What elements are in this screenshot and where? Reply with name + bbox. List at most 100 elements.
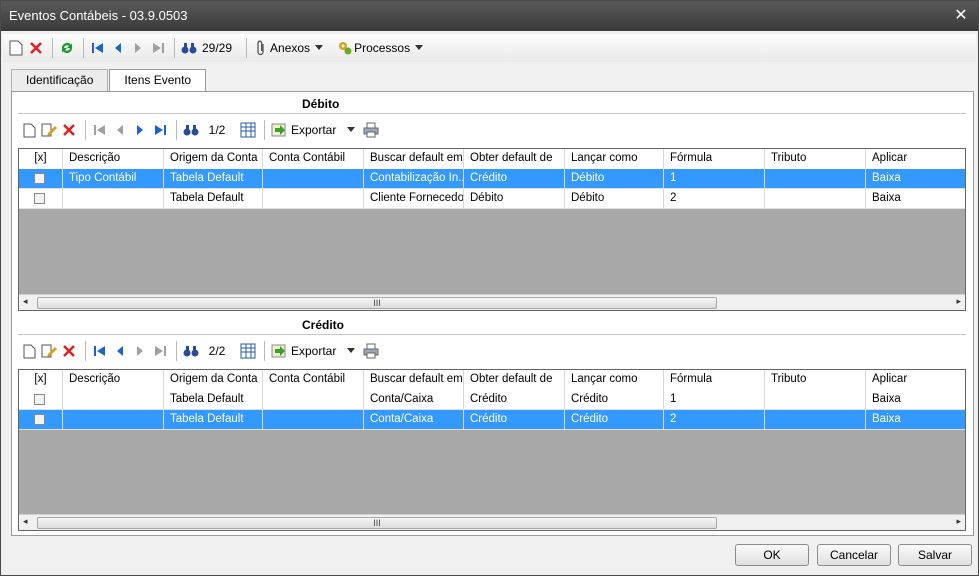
last-row-icon[interactable] (151, 121, 169, 139)
column-header-buscar-default-em[interactable]: Buscar default em (364, 149, 464, 169)
first-row-icon[interactable] (91, 121, 109, 139)
cell-tributo[interactable] (765, 169, 866, 188)
cell-formula[interactable]: 1 (664, 390, 765, 409)
cell-buscar-default-em[interactable]: Contabilização In... (364, 169, 464, 188)
cell-lancar-como[interactable]: Débito (565, 169, 664, 188)
cell-tributo[interactable] (765, 410, 866, 429)
previous-row-icon[interactable] (111, 342, 129, 360)
save-button[interactable]: Salvar (898, 544, 972, 566)
cell-tributo[interactable] (765, 189, 866, 208)
cell-descricao[interactable]: Tipo Contábil (63, 169, 164, 188)
column-header-aplicar[interactable]: Aplicar (866, 149, 965, 169)
first-row-icon[interactable] (91, 342, 109, 360)
column-header-origem-da-conta[interactable]: Origem da Conta (164, 149, 263, 169)
binoculars-icon[interactable] (182, 342, 200, 360)
table-row[interactable]: Tabela Default Conta/Caixa Crédito Crédito 2… (19, 410, 965, 430)
cell-aplicar[interactable]: Baixa (866, 189, 965, 208)
column-header-lancar-como[interactable]: Lançar como (565, 370, 664, 390)
processes-menu[interactable]: Processos (336, 37, 428, 59)
new-row-icon[interactable] (20, 342, 38, 360)
delete-icon[interactable] (27, 39, 45, 57)
cell-obter-default-de[interactable]: Crédito (464, 169, 565, 188)
binoculars-icon[interactable] (182, 121, 200, 139)
next-record-icon[interactable] (129, 39, 147, 57)
binoculars-icon[interactable] (180, 39, 198, 57)
table-row[interactable]: Tabela Default Conta/Caixa Crédito Crédito 1… (19, 390, 965, 410)
column-header-descricao[interactable]: Descrição (63, 370, 164, 390)
column-header-formula[interactable]: Fórmula (664, 149, 765, 169)
cell-obter-default-de[interactable]: Crédito (464, 410, 565, 429)
table-row[interactable]: Tipo Contábil Tabela Default Contabilizaçã… (19, 169, 965, 189)
row-checkbox[interactable] (34, 394, 45, 405)
scroll-left-icon[interactable]: ◂ (23, 296, 28, 307)
new-row-icon[interactable] (20, 121, 38, 139)
cell-aplicar[interactable]: Baixa (866, 169, 965, 188)
edit-icon[interactable] (40, 121, 58, 139)
cell-lancar-como[interactable]: Crédito (565, 410, 664, 429)
previous-row-icon[interactable] (111, 121, 129, 139)
horizontal-scrollbar[interactable]: ◂ III ▸ (19, 514, 965, 530)
cell-buscar-default-em[interactable]: Conta/Caixa (364, 410, 464, 429)
table-row[interactable]: Tabela Default Cliente Fornecedor Débito Dé… (19, 189, 965, 209)
next-row-icon[interactable] (131, 342, 149, 360)
column-header-conta-contabil[interactable]: Conta Contábil (263, 370, 364, 390)
column-header-aplicar[interactable]: Aplicar (866, 370, 965, 390)
column-header-lancar-como[interactable]: Lançar como (565, 149, 664, 169)
first-record-icon[interactable] (89, 39, 107, 57)
cell-conta-contabil[interactable] (263, 169, 364, 188)
scroll-thumb[interactable]: III (37, 297, 717, 309)
cell-obter-default-de[interactable]: Crédito (464, 390, 565, 409)
previous-record-icon[interactable] (109, 39, 127, 57)
scroll-right-icon[interactable]: ▸ (956, 516, 961, 527)
close-icon[interactable]: ✕ (950, 5, 972, 27)
cell-origem-da-conta[interactable]: Tabela Default (164, 410, 263, 429)
row-checkbox[interactable] (34, 173, 45, 184)
scroll-left-icon[interactable]: ◂ (23, 516, 28, 527)
column-header-obter-default-de[interactable]: Obter default de (464, 370, 565, 390)
delete-row-icon[interactable] (60, 121, 78, 139)
cell-tributo[interactable] (765, 390, 866, 409)
cell-aplicar[interactable]: Baixa (866, 410, 965, 429)
scroll-thumb[interactable]: III (37, 517, 717, 529)
last-record-icon[interactable] (149, 39, 167, 57)
cell-origem-da-conta[interactable]: Tabela Default (164, 169, 263, 188)
cell-lancar-como[interactable]: Crédito (565, 390, 664, 409)
edit-icon[interactable] (40, 342, 58, 360)
row-checkbox[interactable] (34, 414, 45, 425)
column-header-select[interactable]: [x] (19, 370, 63, 390)
cell-formula[interactable]: 2 (664, 410, 765, 429)
new-record-icon[interactable] (7, 39, 25, 57)
dropdown-arrow-icon[interactable] (342, 121, 360, 139)
cell-descricao[interactable] (63, 390, 164, 409)
column-header-tributo[interactable]: Tributo (765, 149, 866, 169)
attachments-menu[interactable]: Anexos (252, 37, 328, 59)
grid-layout-icon[interactable] (239, 121, 257, 139)
cell-obter-default-de[interactable]: Débito (464, 189, 565, 208)
tab-identificacao[interactable]: Identificação (11, 69, 109, 91)
cell-origem-da-conta[interactable]: Tabela Default (164, 189, 263, 208)
cancel-button[interactable]: Cancelar (817, 544, 891, 566)
last-row-icon[interactable] (151, 342, 169, 360)
printer-icon[interactable] (362, 342, 380, 360)
cell-formula[interactable]: 2 (664, 189, 765, 208)
cell-formula[interactable]: 1 (664, 169, 765, 188)
cell-conta-contabil[interactable] (263, 189, 364, 208)
printer-icon[interactable] (362, 121, 380, 139)
credit-export-button[interactable]: Exportar (270, 340, 336, 362)
cell-descricao[interactable] (63, 410, 164, 429)
column-header-formula[interactable]: Fórmula (664, 370, 765, 390)
debit-export-button[interactable]: Exportar (270, 119, 336, 141)
cell-conta-contabil[interactable] (263, 390, 364, 409)
grid-layout-icon[interactable] (239, 342, 257, 360)
refresh-icon[interactable] (58, 39, 76, 57)
ok-button[interactable]: OK (735, 544, 809, 566)
column-header-buscar-default-em[interactable]: Buscar default em (364, 370, 464, 390)
column-header-origem-da-conta[interactable]: Origem da Conta (164, 370, 263, 390)
cell-descricao[interactable] (63, 189, 164, 208)
column-header-conta-contabil[interactable]: Conta Contábil (263, 149, 364, 169)
horizontal-scrollbar[interactable]: ◂ III ▸ (19, 294, 965, 310)
cell-buscar-default-em[interactable]: Cliente Fornecedor (364, 189, 464, 208)
column-header-descricao[interactable]: Descrição (63, 149, 164, 169)
cell-aplicar[interactable]: Baixa (866, 390, 965, 409)
scroll-right-icon[interactable]: ▸ (956, 296, 961, 307)
